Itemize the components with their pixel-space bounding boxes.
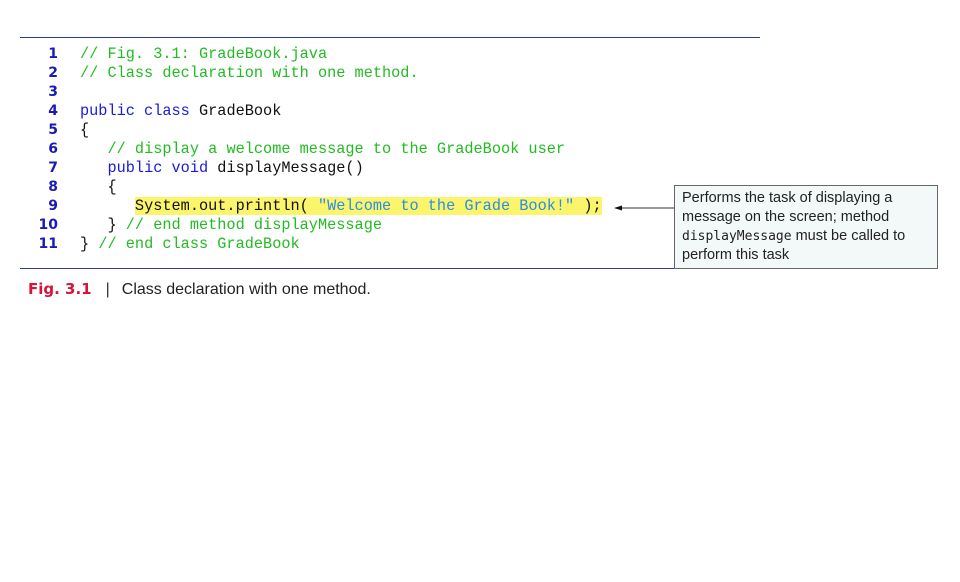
- code-text: public void displayMessage(): [80, 159, 364, 178]
- code-token: {: [80, 178, 117, 196]
- string-literal: "Welcome to the Grade Book!": [317, 197, 575, 215]
- top-rule: [20, 37, 760, 38]
- figure-caption: Fig. 3.1 | Class declaration with one meth…: [28, 280, 371, 299]
- code-token: }: [80, 216, 126, 234]
- line-number: 3: [48, 84, 58, 100]
- highlighted-statement: System.out.println( "Welcome to the Grad…: [134, 197, 602, 215]
- code-token: {: [80, 121, 90, 139]
- caption-separator: |: [105, 281, 110, 298]
- line-number: 1: [48, 46, 58, 62]
- code-text: } // end method displayMessage: [80, 216, 382, 235]
- code-text: System.out.println( "Welcome to the Grad…: [80, 197, 602, 216]
- code-text: {: [80, 178, 117, 197]
- caption-text: Class declaration with one method.: [121, 281, 371, 298]
- code-token: displayMessage(): [217, 159, 364, 177]
- line-number: 2: [48, 65, 58, 81]
- keyword: public class: [80, 102, 199, 120]
- code-text: } // end class GradeBook: [80, 235, 300, 254]
- line-number: 11: [38, 236, 58, 252]
- code-text: // Class declaration with one method.: [80, 64, 419, 83]
- code-token: System.out.println(: [134, 197, 318, 215]
- code-text: // display a welcome message to the Grad…: [80, 140, 565, 159]
- comment: // Fig. 3.1: GradeBook.java: [80, 45, 328, 63]
- comment: // Class declaration with one method.: [80, 64, 419, 82]
- callout-text: Performs the task of displaying a messag…: [682, 190, 893, 225]
- code-token: GradeBook: [198, 102, 282, 120]
- bottom-rule: [20, 268, 760, 269]
- code-token: }: [80, 235, 99, 253]
- line-number: 4: [48, 103, 58, 119]
- callout-code: displayMessage: [682, 229, 792, 244]
- keyword: public void: [107, 159, 218, 177]
- figure-label: Fig. 3.1: [28, 280, 92, 298]
- comment: // display a welcome message to the Grad…: [107, 140, 566, 158]
- code-text: {: [80, 121, 89, 140]
- line-number: 9: [48, 198, 58, 214]
- arrow-left-icon: [614, 205, 674, 211]
- code-token: );: [574, 197, 602, 215]
- line-number: 6: [48, 141, 58, 157]
- callout-annotation: Performs the task of displaying a messag…: [674, 185, 938, 269]
- line-number: 10: [38, 217, 58, 233]
- line-number: 5: [48, 122, 58, 138]
- line-number: 8: [48, 179, 58, 195]
- code-text: // Fig. 3.1: GradeBook.java: [80, 45, 327, 64]
- comment: // end method displayMessage: [125, 216, 383, 234]
- line-number: 7: [48, 160, 58, 176]
- code-text: public class GradeBook: [80, 102, 281, 121]
- comment: // end class GradeBook: [98, 235, 300, 253]
